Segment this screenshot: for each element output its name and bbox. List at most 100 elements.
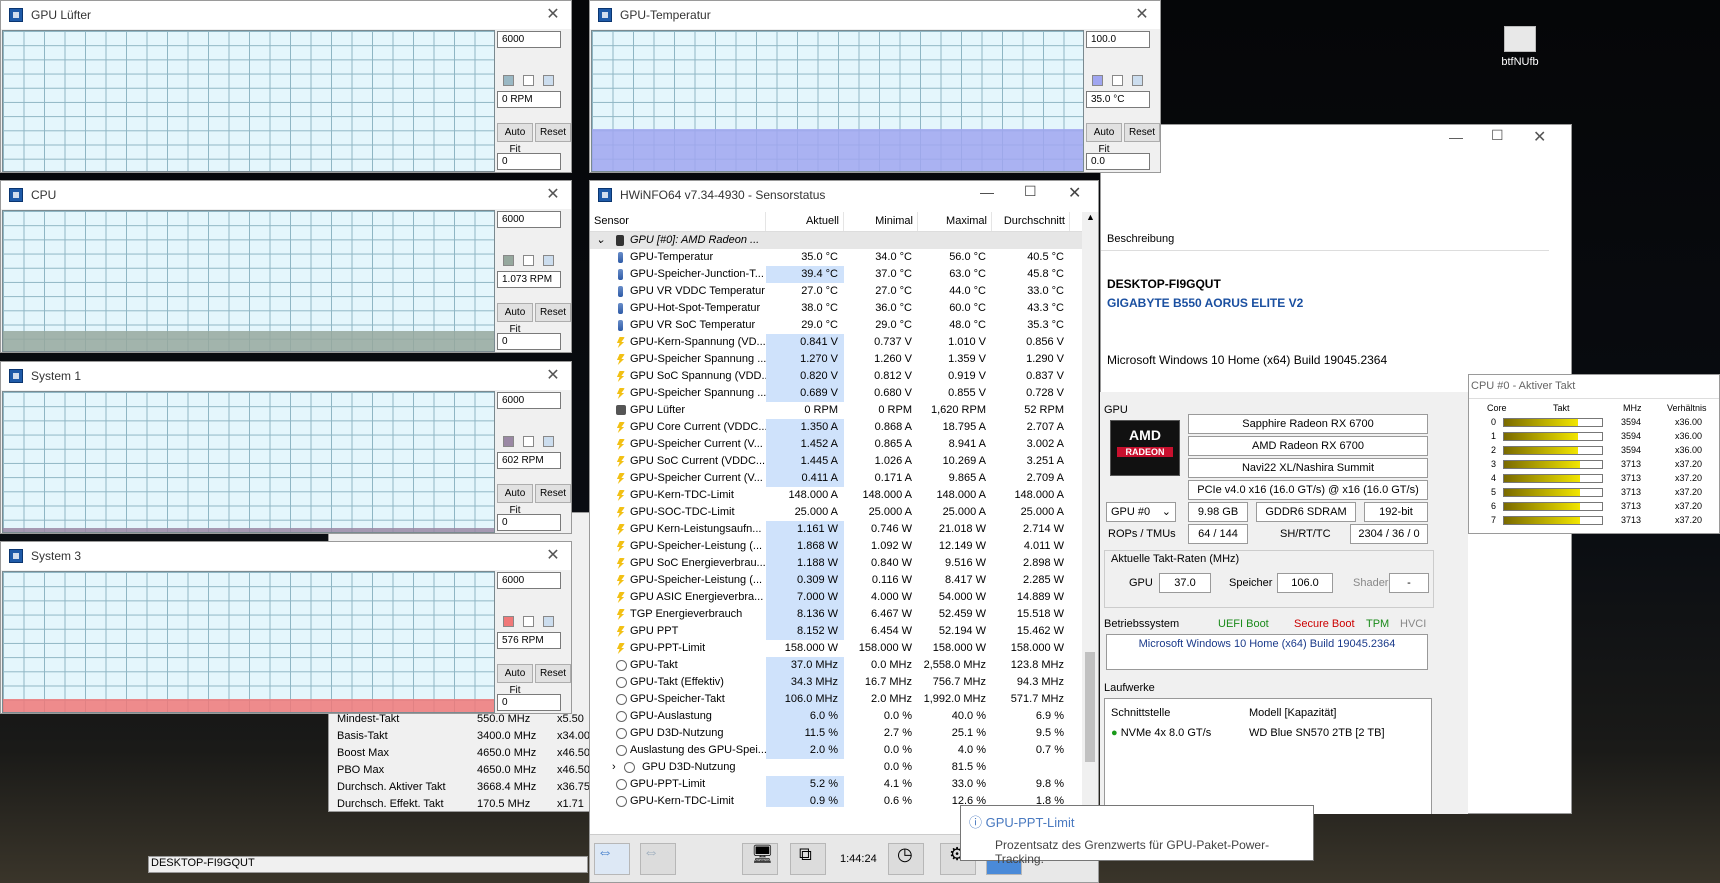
gpu-select-dropdown[interactable]: GPU #0 ⌄ xyxy=(1106,502,1176,522)
minimize-button[interactable]: — xyxy=(1449,129,1463,145)
scrollbar-thumb[interactable] xyxy=(1085,652,1095,762)
reset-button[interactable]: Reset xyxy=(1124,123,1160,142)
minimize-button[interactable]: — xyxy=(980,184,994,200)
graph-max-field[interactable]: 6000 xyxy=(497,572,561,589)
option-box[interactable] xyxy=(523,75,534,86)
graph-min-field[interactable]: 0 xyxy=(497,694,561,711)
option-box[interactable] xyxy=(543,75,554,86)
expand-icon[interactable]: › xyxy=(612,759,616,776)
avg-value: 33.0 °C xyxy=(1027,285,1064,297)
table-row[interactable]: GPU D3D-Nutzung 11.5 % 2.7 % 25.1 % 9.5 … xyxy=(590,725,1084,742)
table-row[interactable]: GPU-Speicher-Takt 106.0 MHz 2.0 MHz 1,99… xyxy=(590,691,1084,708)
option-box[interactable] xyxy=(523,436,534,447)
color-swatch[interactable] xyxy=(503,616,514,627)
table-row[interactable]: GPU-Speicher Spannung ... 1.270 V 1.260 … xyxy=(590,351,1084,368)
col-avg[interactable]: Durchschnitt xyxy=(992,212,1070,231)
reset-button[interactable]: Reset xyxy=(535,484,571,503)
collapse-icon[interactable]: ⌄ xyxy=(596,232,605,249)
col-current[interactable]: Aktuell xyxy=(766,212,844,231)
color-swatch[interactable] xyxy=(1092,75,1103,86)
table-row[interactable]: GPU-Speicher Spannung ... 0.689 V 0.680 … xyxy=(590,385,1084,402)
table-row[interactable]: GPU-Kern-Spannung (VD... 0.841 V 0.737 V… xyxy=(590,334,1084,351)
sensor-name: GPU-Speicher-Leistung (... xyxy=(630,540,763,552)
graph-min-field[interactable]: 0.0 xyxy=(1086,153,1150,170)
close-button[interactable]: ✕ xyxy=(543,366,563,386)
color-swatch[interactable] xyxy=(503,75,514,86)
sensor-group-row[interactable]: ⌄ GPU [#0]: AMD Radeon ... xyxy=(590,232,1084,249)
network-button[interactable]: ⧉ xyxy=(790,843,826,875)
close-button[interactable]: ✕ xyxy=(543,185,563,205)
scrollbar[interactable]: ▲ xyxy=(1082,212,1098,822)
table-row[interactable]: GPU Lüfter 0 RPM 0 RPM 1,620 RPM 52 RPM xyxy=(590,402,1084,419)
table-row[interactable]: GPU-PPT-Limit 158.000 W 158.000 W 158.00… xyxy=(590,640,1084,657)
table-row[interactable]: GPU Kern-Leistungsaufn... 1.161 W 0.746 … xyxy=(590,521,1084,538)
nav-arrows-button[interactable]: ⇔ xyxy=(594,843,630,875)
auto-fit-button[interactable]: Auto Fit xyxy=(1086,123,1122,155)
auto-fit-button[interactable]: Auto Fit xyxy=(497,303,533,335)
table-row[interactable]: GPU-Speicher Current (V... 1.452 A 0.865… xyxy=(590,436,1084,453)
reset-button[interactable]: Reset xyxy=(535,664,571,683)
table-row[interactable]: TGP Energieverbrauch 8.136 W 6.467 W 52.… xyxy=(590,606,1084,623)
graph-max-field[interactable]: 6000 xyxy=(497,392,561,409)
option-box[interactable] xyxy=(523,616,534,627)
description-header: Beschreibung xyxy=(1101,229,1549,251)
graph-min-field[interactable]: 0 xyxy=(497,514,561,531)
auto-fit-button[interactable]: Auto Fit xyxy=(497,123,533,155)
table-row[interactable]: GPU-Auslastung 6.0 % 0.0 % 40.0 % 6.9 % xyxy=(590,708,1084,725)
option-box[interactable] xyxy=(1112,75,1123,86)
table-row[interactable]: Auslastung des GPU-Spei... 2.0 % 0.0 % 4… xyxy=(590,742,1084,759)
reset-button[interactable]: Reset xyxy=(535,123,571,142)
close-button[interactable]: ✕ xyxy=(1068,183,1081,203)
table-row[interactable]: GPU-Speicher-Junction-T... 39.4 °C 37.0 … xyxy=(590,266,1084,283)
scroll-up-icon[interactable]: ▲ xyxy=(1086,212,1095,222)
desktop-icon[interactable]: btfNUfb xyxy=(1490,22,1550,77)
table-row[interactable]: GPU-Takt 37.0 MHz 0.0 MHz 2,558.0 MHz 12… xyxy=(590,657,1084,674)
option-box[interactable] xyxy=(543,436,554,447)
close-button[interactable]: ✕ xyxy=(1533,127,1546,147)
table-row[interactable]: GPU-Speicher-Leistung (... 0.309 W 0.116… xyxy=(590,572,1084,589)
table-row[interactable]: GPU-Speicher-Leistung (... 1.868 W 1.092… xyxy=(590,538,1084,555)
table-row[interactable]: GPU SoC Current (VDDC... 1.445 A 1.026 A… xyxy=(590,453,1084,470)
cpu-clock-header: Verhältnis xyxy=(1667,403,1707,413)
graph-max-field[interactable]: 100.0 xyxy=(1086,31,1150,48)
table-row[interactable]: GPU VR SoC Temperatur 29.0 °C 29.0 °C 48… xyxy=(590,317,1084,334)
close-button[interactable]: ✕ xyxy=(543,546,563,566)
maximize-button[interactable]: ☐ xyxy=(1024,183,1037,200)
graph-min-field[interactable]: 0 xyxy=(497,153,561,170)
option-box[interactable] xyxy=(1132,75,1143,86)
report-button[interactable]: 🖥 xyxy=(742,843,778,875)
color-swatch[interactable] xyxy=(503,436,514,447)
auto-fit-button[interactable]: Auto Fit xyxy=(497,484,533,516)
graph-min-field[interactable]: 0 xyxy=(497,333,561,350)
table-row[interactable]: GPU SoC Spannung (VDD... 0.820 V 0.812 V… xyxy=(590,368,1084,385)
graph-max-field[interactable]: 6000 xyxy=(497,211,561,228)
table-row[interactable]: GPU PPT 8.152 W 6.454 W 52.194 W 15.462 … xyxy=(590,623,1084,640)
table-row[interactable]: GPU SoC Energieverbrau... 1.188 W 0.840 … xyxy=(590,555,1084,572)
auto-fit-button[interactable]: Auto Fit xyxy=(497,664,533,696)
table-row[interactable]: GPU-SOC-TDC-Limit 25.000 A 25.000 A 25.0… xyxy=(590,504,1084,521)
color-swatch[interactable] xyxy=(503,255,514,266)
col-sensor[interactable]: Sensor xyxy=(590,212,766,231)
table-row[interactable]: GPU-Kern-TDC-Limit 148.000 A 148.000 A 1… xyxy=(590,487,1084,504)
option-box[interactable] xyxy=(543,255,554,266)
option-box[interactable] xyxy=(523,255,534,266)
clock-button[interactable]: ◷ xyxy=(888,843,924,875)
nav-arrows-alt-button[interactable]: ⇔ xyxy=(640,843,676,875)
table-row[interactable]: GPU VR VDDC Temperatur 27.0 °C 27.0 °C 4… xyxy=(590,283,1084,300)
table-row[interactable]: GPU ASIC Energieverbra... 7.000 W 4.000 … xyxy=(590,589,1084,606)
maximize-button[interactable]: ☐ xyxy=(1491,127,1504,144)
table-row[interactable]: GPU-PPT-Limit 5.2 % 4.1 % 33.0 % 9.8 % xyxy=(590,776,1084,793)
col-max[interactable]: Maximal xyxy=(918,212,992,231)
table-row[interactable]: GPU-Takt (Effektiv) 34.3 MHz 16.7 MHz 75… xyxy=(590,674,1084,691)
col-min[interactable]: Minimal xyxy=(844,212,918,231)
option-box[interactable] xyxy=(543,616,554,627)
close-button[interactable]: ✕ xyxy=(1132,5,1152,25)
table-row[interactable]: GPU Core Current (VDDC... 1.350 A 0.868 … xyxy=(590,419,1084,436)
close-button[interactable]: ✕ xyxy=(543,5,563,25)
graph-max-field[interactable]: 6000 xyxy=(497,31,561,48)
table-row[interactable]: GPU-Speicher Current (V... 0.411 A 0.171… xyxy=(590,470,1084,487)
table-row[interactable]: › GPU D3D-Nutzung 0.0 % 81.5 % xyxy=(590,759,1084,776)
table-row[interactable]: GPU-Temperatur 35.0 °C 34.0 °C 56.0 °C 4… xyxy=(590,249,1084,266)
reset-button[interactable]: Reset xyxy=(535,303,571,322)
table-row[interactable]: GPU-Hot-Spot-Temperatur 38.0 °C 36.0 °C … xyxy=(590,300,1084,317)
